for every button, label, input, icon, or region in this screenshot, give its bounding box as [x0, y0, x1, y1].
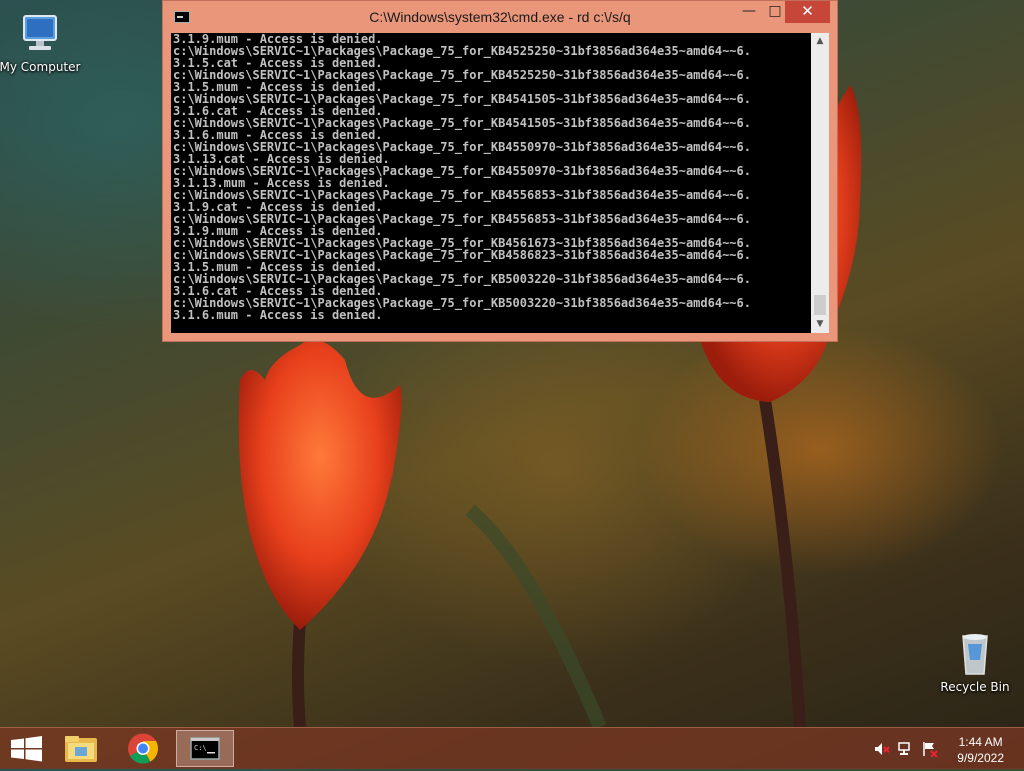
minimize-button[interactable]: — — [735, 1, 763, 23]
taskbar-clock[interactable]: 1:44 AM 9/9/2022 — [957, 734, 1004, 766]
window-titlebar[interactable]: C:\Windows\system32\cmd.exe - rd c:\/s/q… — [163, 1, 837, 33]
windows-start-icon — [11, 736, 42, 762]
cmd-icon: C:\ — [190, 737, 220, 760]
vertical-scrollbar[interactable]: ▲ ▼ — [811, 33, 829, 333]
console-area[interactable]: 3.1.9.mum - Access is denied. c:\Windows\… — [171, 33, 829, 333]
desktop-icon-recycle-bin[interactable]: Recycle Bin — [933, 630, 1017, 694]
clock-date: 9/9/2022 — [957, 751, 1004, 765]
scroll-down-arrow-icon[interactable]: ▼ — [811, 316, 829, 333]
desktop-icon-my-computer[interactable]: My Computer — [0, 10, 82, 74]
network-icon[interactable] — [898, 741, 914, 757]
clock-time: 1:44 AM — [958, 735, 1003, 749]
taskbar-chrome[interactable] — [115, 730, 171, 767]
start-button[interactable] — [0, 730, 56, 767]
taskbar-file-explorer[interactable] — [55, 730, 111, 767]
console-output[interactable]: 3.1.9.mum - Access is denied. c:\Windows\… — [173, 33, 809, 333]
desktop-icon-label: Recycle Bin — [940, 680, 1010, 694]
console-line: 3.1.6.mum - Access is denied. — [173, 308, 383, 322]
chrome-icon — [128, 733, 159, 764]
computer-icon — [16, 10, 64, 58]
folder-icon — [65, 736, 97, 762]
close-button[interactable]: ✕ — [785, 1, 830, 23]
scrollbar-thumb[interactable] — [814, 295, 826, 315]
taskbar: C:\ 1:44 AM 9/9/2022 — [0, 727, 1024, 769]
scroll-up-arrow-icon[interactable]: ▲ — [811, 33, 829, 50]
taskbar-command-prompt[interactable]: C:\ — [176, 730, 234, 767]
recycle-bin-icon — [951, 630, 999, 678]
svg-text:C:\: C:\ — [194, 744, 207, 752]
action-center-flag-icon[interactable] — [922, 741, 938, 758]
speaker-muted-icon[interactable] — [874, 741, 890, 757]
desktop-icon-label: My Computer — [0, 60, 81, 74]
cmd-window[interactable]: C:\Windows\system32\cmd.exe - rd c:\/s/q… — [162, 0, 838, 342]
